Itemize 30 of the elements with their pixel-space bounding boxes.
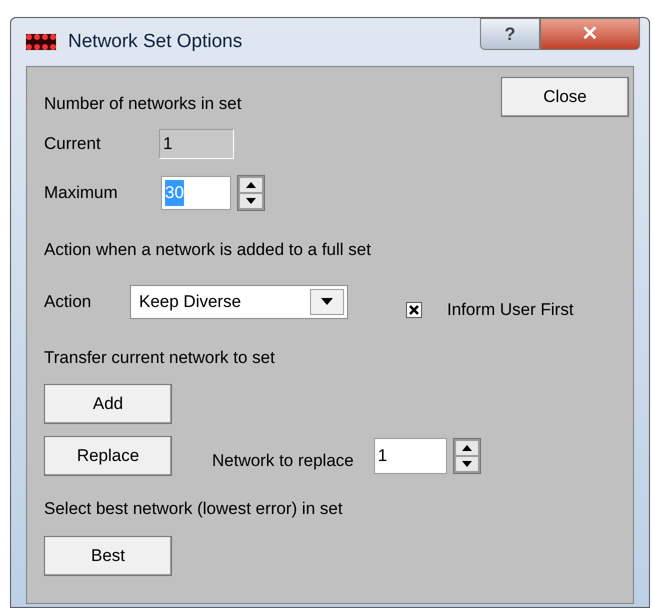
field-label: Network to replace [212,450,354,472]
section-heading: Number of networks in set [44,93,242,115]
help-button[interactable]: ? [480,18,540,50]
field-label: Maximum [44,182,119,204]
dropdown-value: Keep Diverse [139,290,242,313]
spin-buttons[interactable] [237,175,265,211]
section-heading: Action when a network is added to a full set [44,239,372,261]
add-button[interactable]: Add [44,384,172,424]
up-arrow-icon [246,182,256,188]
section-heading: Transfer current network to set [44,346,276,368]
replace-button[interactable]: Replace [44,436,172,476]
spin-buttons[interactable] [452,438,481,474]
checkbox-label: Inform User First [447,298,574,321]
field-label: Action [44,290,92,313]
best-button[interactable]: Best [44,536,172,576]
caret-icon [321,298,333,305]
field-label: Current [44,133,102,156]
close-dialog-button[interactable]: Close [501,77,629,117]
action-dropdown[interactable]: Keep Diverse [130,284,348,318]
cross-icon [409,304,419,314]
up-arrow-icon [462,445,472,451]
window-title: Network Set Options [68,30,242,54]
dropdown-arrow-button[interactable] [310,288,344,314]
app-icon [26,32,56,52]
down-arrow-icon [246,198,256,204]
inform-checkbox[interactable] [406,302,422,318]
section-heading: Select best network (lowest error) in set [44,498,344,520]
replace-field[interactable]: 1 [374,438,447,474]
field-value: 30 [165,180,184,206]
down-arrow-icon [462,461,472,467]
